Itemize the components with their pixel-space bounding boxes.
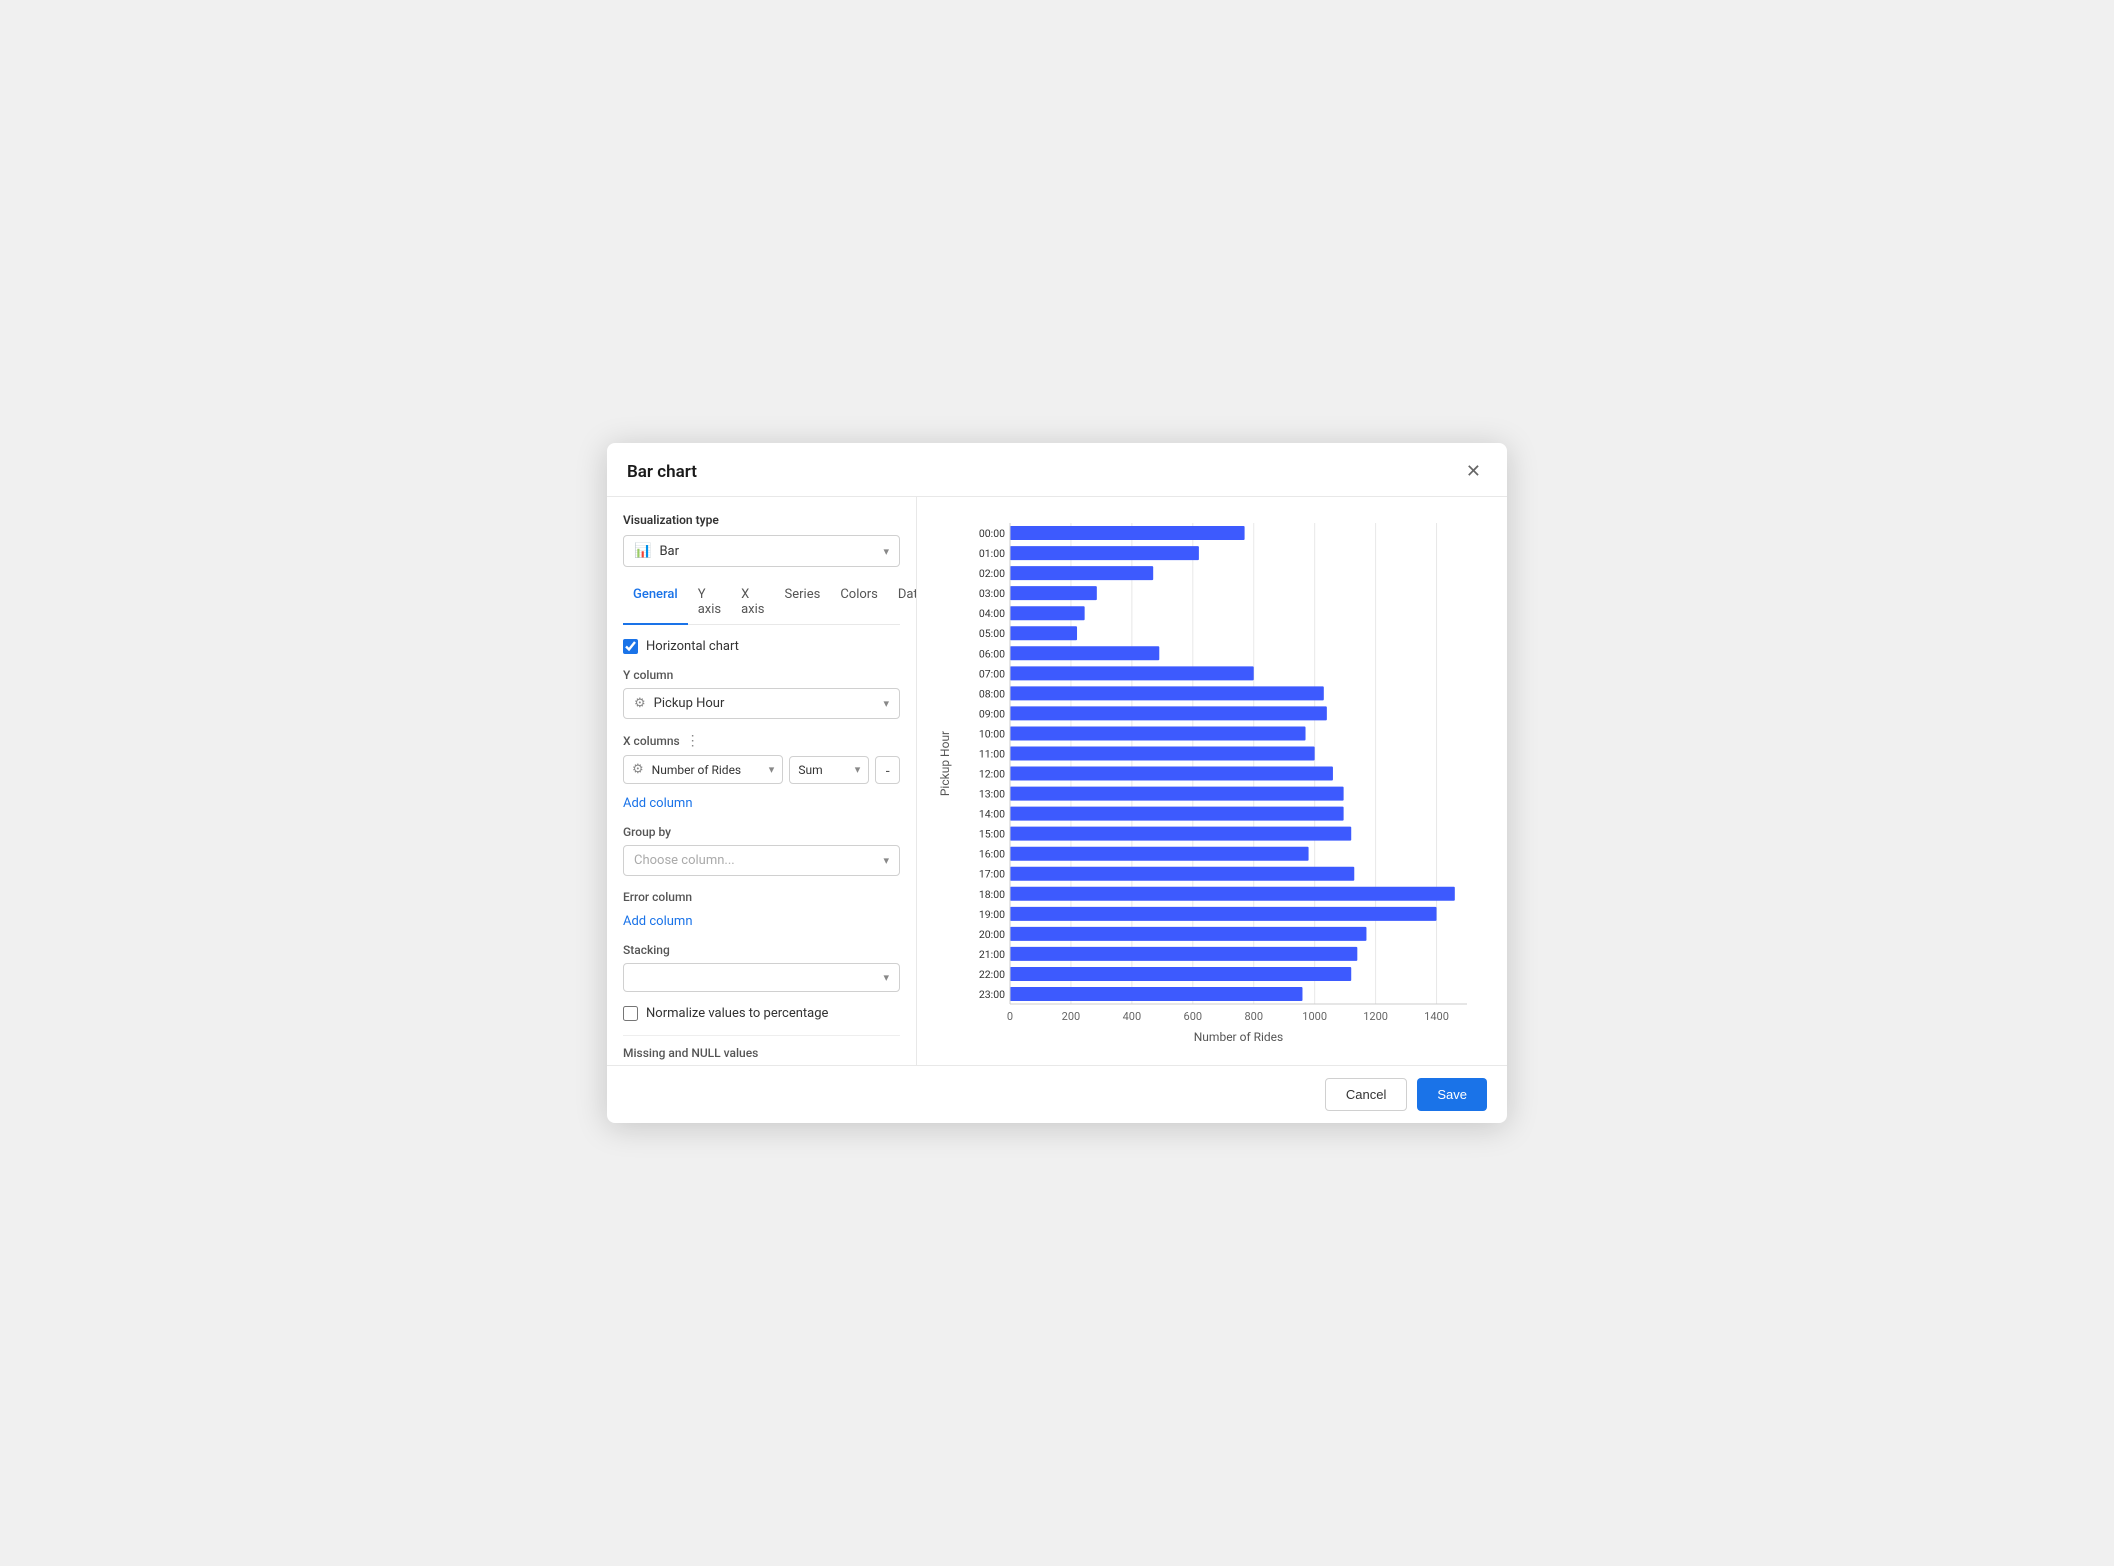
y-column-value: Pickup Hour [654, 696, 725, 711]
remove-x-column-button[interactable]: - [875, 756, 900, 784]
missing-null-label: Missing and NULL values [623, 1046, 900, 1060]
x-column-row: ⚙ Number of Rides ▾ Sum ▾ - [623, 755, 900, 784]
svg-text:13:00: 13:00 [979, 788, 1005, 801]
svg-text:Pickup Hour: Pickup Hour [938, 731, 952, 796]
svg-text:200: 200 [1062, 1010, 1081, 1023]
tab-xaxis[interactable]: X axis [731, 581, 774, 625]
x-column-value: Number of Rides [652, 763, 741, 777]
tab-colors[interactable]: Colors [830, 581, 888, 625]
horizontal-chart-row: Horizontal chart [623, 639, 900, 654]
svg-text:14:00: 14:00 [979, 808, 1005, 821]
svg-text:19:00: 19:00 [979, 908, 1005, 921]
svg-text:01:00: 01:00 [979, 547, 1005, 560]
y-column-label: Y column [623, 668, 900, 682]
svg-text:06:00: 06:00 [979, 647, 1005, 660]
svg-text:10:00: 10:00 [979, 727, 1005, 740]
add-error-column-link[interactable]: Add column [623, 914, 693, 929]
x-columns-label: X columns [623, 734, 680, 748]
tab-general[interactable]: General [623, 581, 688, 625]
svg-text:11:00: 11:00 [979, 747, 1005, 760]
svg-text:02:00: 02:00 [979, 567, 1005, 580]
viz-type-value: Bar [659, 544, 679, 559]
svg-text:800: 800 [1244, 1010, 1263, 1023]
svg-text:04:00: 04:00 [979, 607, 1005, 620]
group-by-label: Group by [623, 825, 900, 839]
agg-value: Sum [798, 763, 822, 777]
x-col-chevron: ▾ [769, 763, 775, 776]
stacking-select[interactable]: ▾ [623, 963, 900, 992]
modal-header: Bar chart ✕ [607, 443, 1507, 497]
svg-text:07:00: 07:00 [979, 667, 1005, 680]
modal-footer: Cancel Save [607, 1065, 1507, 1123]
y-column-select[interactable]: ⚙ Pickup Hour ▾ [623, 688, 900, 719]
normalize-row: Normalize values to percentage [623, 1006, 900, 1021]
error-column-label: Error column [623, 890, 900, 904]
cancel-button[interactable]: Cancel [1325, 1078, 1407, 1111]
left-panel: Visualization type 📊 Bar ▾ General Y axi… [607, 497, 917, 1065]
group-by-placeholder: Choose column... [634, 853, 735, 868]
svg-text:03:00: 03:00 [979, 587, 1005, 600]
chart-container: 0 200 400 600 800 1000 1200 1400 00:00 01:00 02:00… [937, 513, 1487, 1049]
viz-type-select[interactable]: 📊 Bar ▾ [623, 535, 900, 567]
bar-chart-modal: Bar chart ✕ Visualization type 📊 Bar ▾ G… [607, 443, 1507, 1123]
group-by-chevron: ▾ [883, 854, 889, 867]
bar-chart-icon: 📊 [634, 543, 651, 559]
chart-panel: 0 200 400 600 800 1000 1200 1400 00:00 01:00 02:00… [917, 497, 1507, 1065]
svg-text:1200: 1200 [1363, 1010, 1388, 1023]
svg-text:1400: 1400 [1424, 1010, 1449, 1023]
svg-text:16:00: 16:00 [979, 848, 1005, 861]
y-col-chevron: ▾ [883, 697, 889, 710]
svg-text:09:00: 09:00 [979, 707, 1005, 720]
horizontal-chart-label: Horizontal chart [646, 639, 739, 654]
add-x-column-link[interactable]: Add column [623, 796, 693, 811]
viz-type-chevron: ▾ [883, 545, 889, 558]
svg-text:400: 400 [1123, 1010, 1142, 1023]
svg-text:00:00: 00:00 [979, 527, 1005, 540]
svg-text:23:00: 23:00 [979, 988, 1005, 1001]
viz-type-label: Visualization type [623, 513, 900, 527]
svg-text:12:00: 12:00 [979, 768, 1005, 781]
modal-title: Bar chart [627, 462, 697, 482]
svg-text:08:00: 08:00 [979, 687, 1005, 700]
agg-chevron: ▾ [855, 763, 861, 776]
aggregation-select[interactable]: Sum ▾ [789, 756, 869, 784]
normalize-label: Normalize values to percentage [646, 1006, 828, 1021]
x-columns-header: X columns ⋮ [623, 733, 900, 749]
svg-text:1000: 1000 [1302, 1010, 1327, 1023]
stacking-chevron: ▾ [883, 971, 889, 984]
svg-text:21:00: 21:00 [979, 948, 1005, 961]
x-col-icon: ⚙ [632, 762, 644, 777]
tab-series[interactable]: Series [775, 581, 831, 625]
svg-text:17:00: 17:00 [979, 868, 1005, 881]
x-col-options-icon[interactable]: ⋮ [686, 733, 700, 749]
y-col-icon: ⚙ [634, 696, 646, 711]
svg-text:0: 0 [1007, 1010, 1013, 1023]
svg-text:22:00: 22:00 [979, 968, 1005, 981]
tab-dat[interactable]: Dat [888, 581, 917, 625]
normalize-checkbox[interactable] [623, 1006, 638, 1021]
save-button[interactable]: Save [1417, 1078, 1487, 1111]
svg-text:15:00: 15:00 [979, 828, 1005, 841]
svg-text:18:00: 18:00 [979, 888, 1005, 901]
svg-text:05:00: 05:00 [979, 627, 1005, 640]
svg-text:Number of Rides: Number of Rides [1194, 1030, 1283, 1044]
stacking-label: Stacking [623, 943, 900, 957]
close-button[interactable]: ✕ [1460, 459, 1487, 484]
x-column-select[interactable]: ⚙ Number of Rides ▾ [623, 755, 783, 784]
group-by-select[interactable]: Choose column... ▾ [623, 845, 900, 876]
svg-text:600: 600 [1184, 1010, 1203, 1023]
modal-body: Visualization type 📊 Bar ▾ General Y axi… [607, 497, 1507, 1065]
section-divider [623, 1035, 900, 1036]
tab-yaxis[interactable]: Y axis [688, 581, 731, 625]
horizontal-chart-checkbox[interactable] [623, 639, 638, 654]
svg-text:20:00: 20:00 [979, 928, 1005, 941]
config-tabs: General Y axis X axis Series Colors Dat … [623, 581, 900, 625]
